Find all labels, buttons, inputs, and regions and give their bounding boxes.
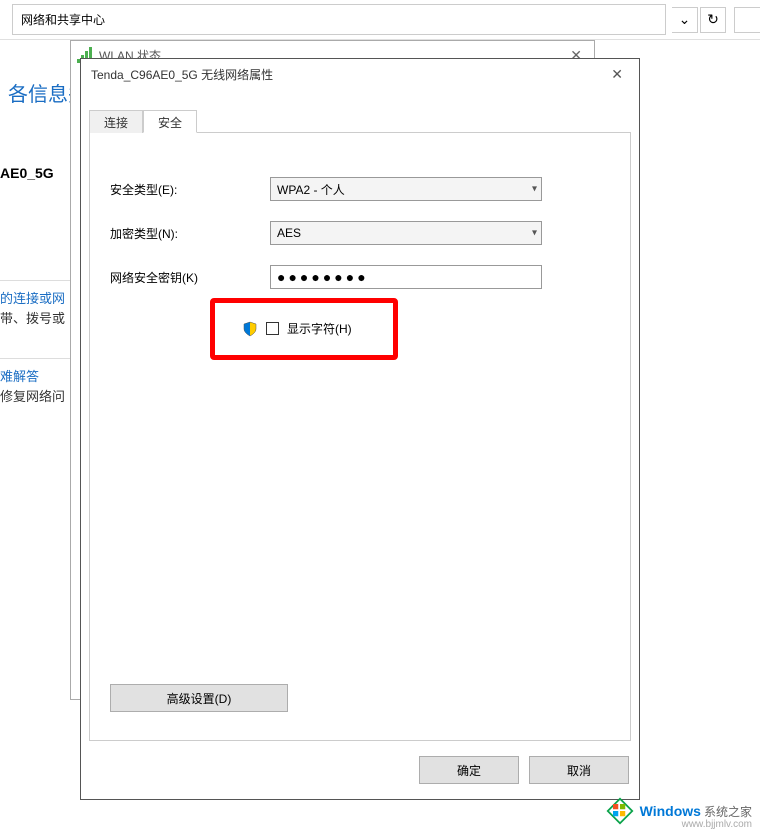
row-encryption-type: 加密类型(N): AES ▾: [110, 221, 610, 245]
uac-shield-icon: [242, 321, 258, 337]
breadcrumb-dropdown[interactable]: ⌄: [672, 7, 698, 33]
side-text-broadband: 带、拨号或: [0, 308, 65, 327]
refresh-button[interactable]: ↻: [700, 7, 726, 33]
watermark-brand: Windows: [640, 803, 701, 819]
dialog-button-row: 确定 取消: [81, 741, 639, 799]
tab-connection[interactable]: 连接: [89, 110, 143, 133]
watermark: Windows 系统之家 www.bjjmlv.com: [606, 797, 752, 825]
properties-title: Tenda_C96AE0_5G 无线网络属性: [91, 66, 273, 83]
advanced-settings-button[interactable]: 高级设置(D): [110, 684, 288, 712]
chevron-down-icon: ▾: [532, 228, 537, 239]
combo-security-type[interactable]: WPA2 - 个人 ▾: [270, 177, 542, 201]
side-link-troubleshoot[interactable]: 难解答: [0, 366, 39, 385]
combo-security-type-value: WPA2 - 个人: [277, 181, 345, 198]
refresh-icon: ↻: [707, 11, 719, 28]
properties-titlebar: Tenda_C96AE0_5G 无线网络属性 ✕: [81, 59, 639, 89]
properties-close-button[interactable]: ✕: [605, 64, 629, 85]
combo-encryption-type[interactable]: AES ▾: [270, 221, 542, 245]
cancel-label: 取消: [567, 762, 591, 779]
breadcrumb[interactable]: 网络和共享中心: [12, 4, 666, 35]
row-security-type: 安全类型(E): WPA2 - 个人 ▾: [110, 177, 610, 201]
chevron-down-icon: ▾: [532, 184, 537, 195]
tab-security[interactable]: 安全: [143, 110, 197, 133]
close-icon: ✕: [611, 66, 623, 82]
row-network-key: 网络安全密钥(K) ●●●●●●●●: [110, 265, 610, 289]
wireless-properties-dialog: Tenda_C96AE0_5G 无线网络属性 ✕ 连接 安全 安全类型(E): …: [80, 58, 640, 800]
side-link-new-connection[interactable]: 的连接或网: [0, 288, 65, 307]
label-encryption-type: 加密类型(N):: [110, 225, 270, 242]
side-text-repair: 修复网络问: [0, 386, 65, 405]
show-characters-row: 显示字符(H): [236, 317, 358, 340]
combo-encryption-type-value: AES: [277, 226, 301, 240]
windows-logo-icon: [606, 797, 634, 825]
explorer-topbar: 网络和共享中心 ⌄ ↻: [0, 0, 760, 40]
watermark-sub: 系统之家: [704, 805, 752, 819]
watermark-url: www.bjjmlv.com: [682, 819, 752, 830]
label-show-characters: 显示字符(H): [287, 320, 352, 337]
ok-label: 确定: [457, 762, 481, 779]
ssid-fragment: AE0_5G: [0, 165, 54, 181]
advanced-settings-label: 高级设置(D): [167, 690, 232, 707]
search-box-fragment[interactable]: [734, 7, 760, 33]
checkbox-show-characters[interactable]: [266, 322, 279, 335]
tab-strip: 连接 安全: [89, 109, 631, 133]
tab-content-security: 安全类型(E): WPA2 - 个人 ▾ 加密类型(N): AES ▾ 网络安全…: [89, 133, 631, 741]
cancel-button[interactable]: 取消: [529, 756, 629, 784]
ok-button[interactable]: 确定: [419, 756, 519, 784]
label-network-key: 网络安全密钥(K): [110, 269, 270, 286]
input-network-key-value: ●●●●●●●●: [277, 269, 369, 285]
label-security-type: 安全类型(E):: [110, 181, 270, 198]
input-network-key[interactable]: ●●●●●●●●: [270, 265, 542, 289]
